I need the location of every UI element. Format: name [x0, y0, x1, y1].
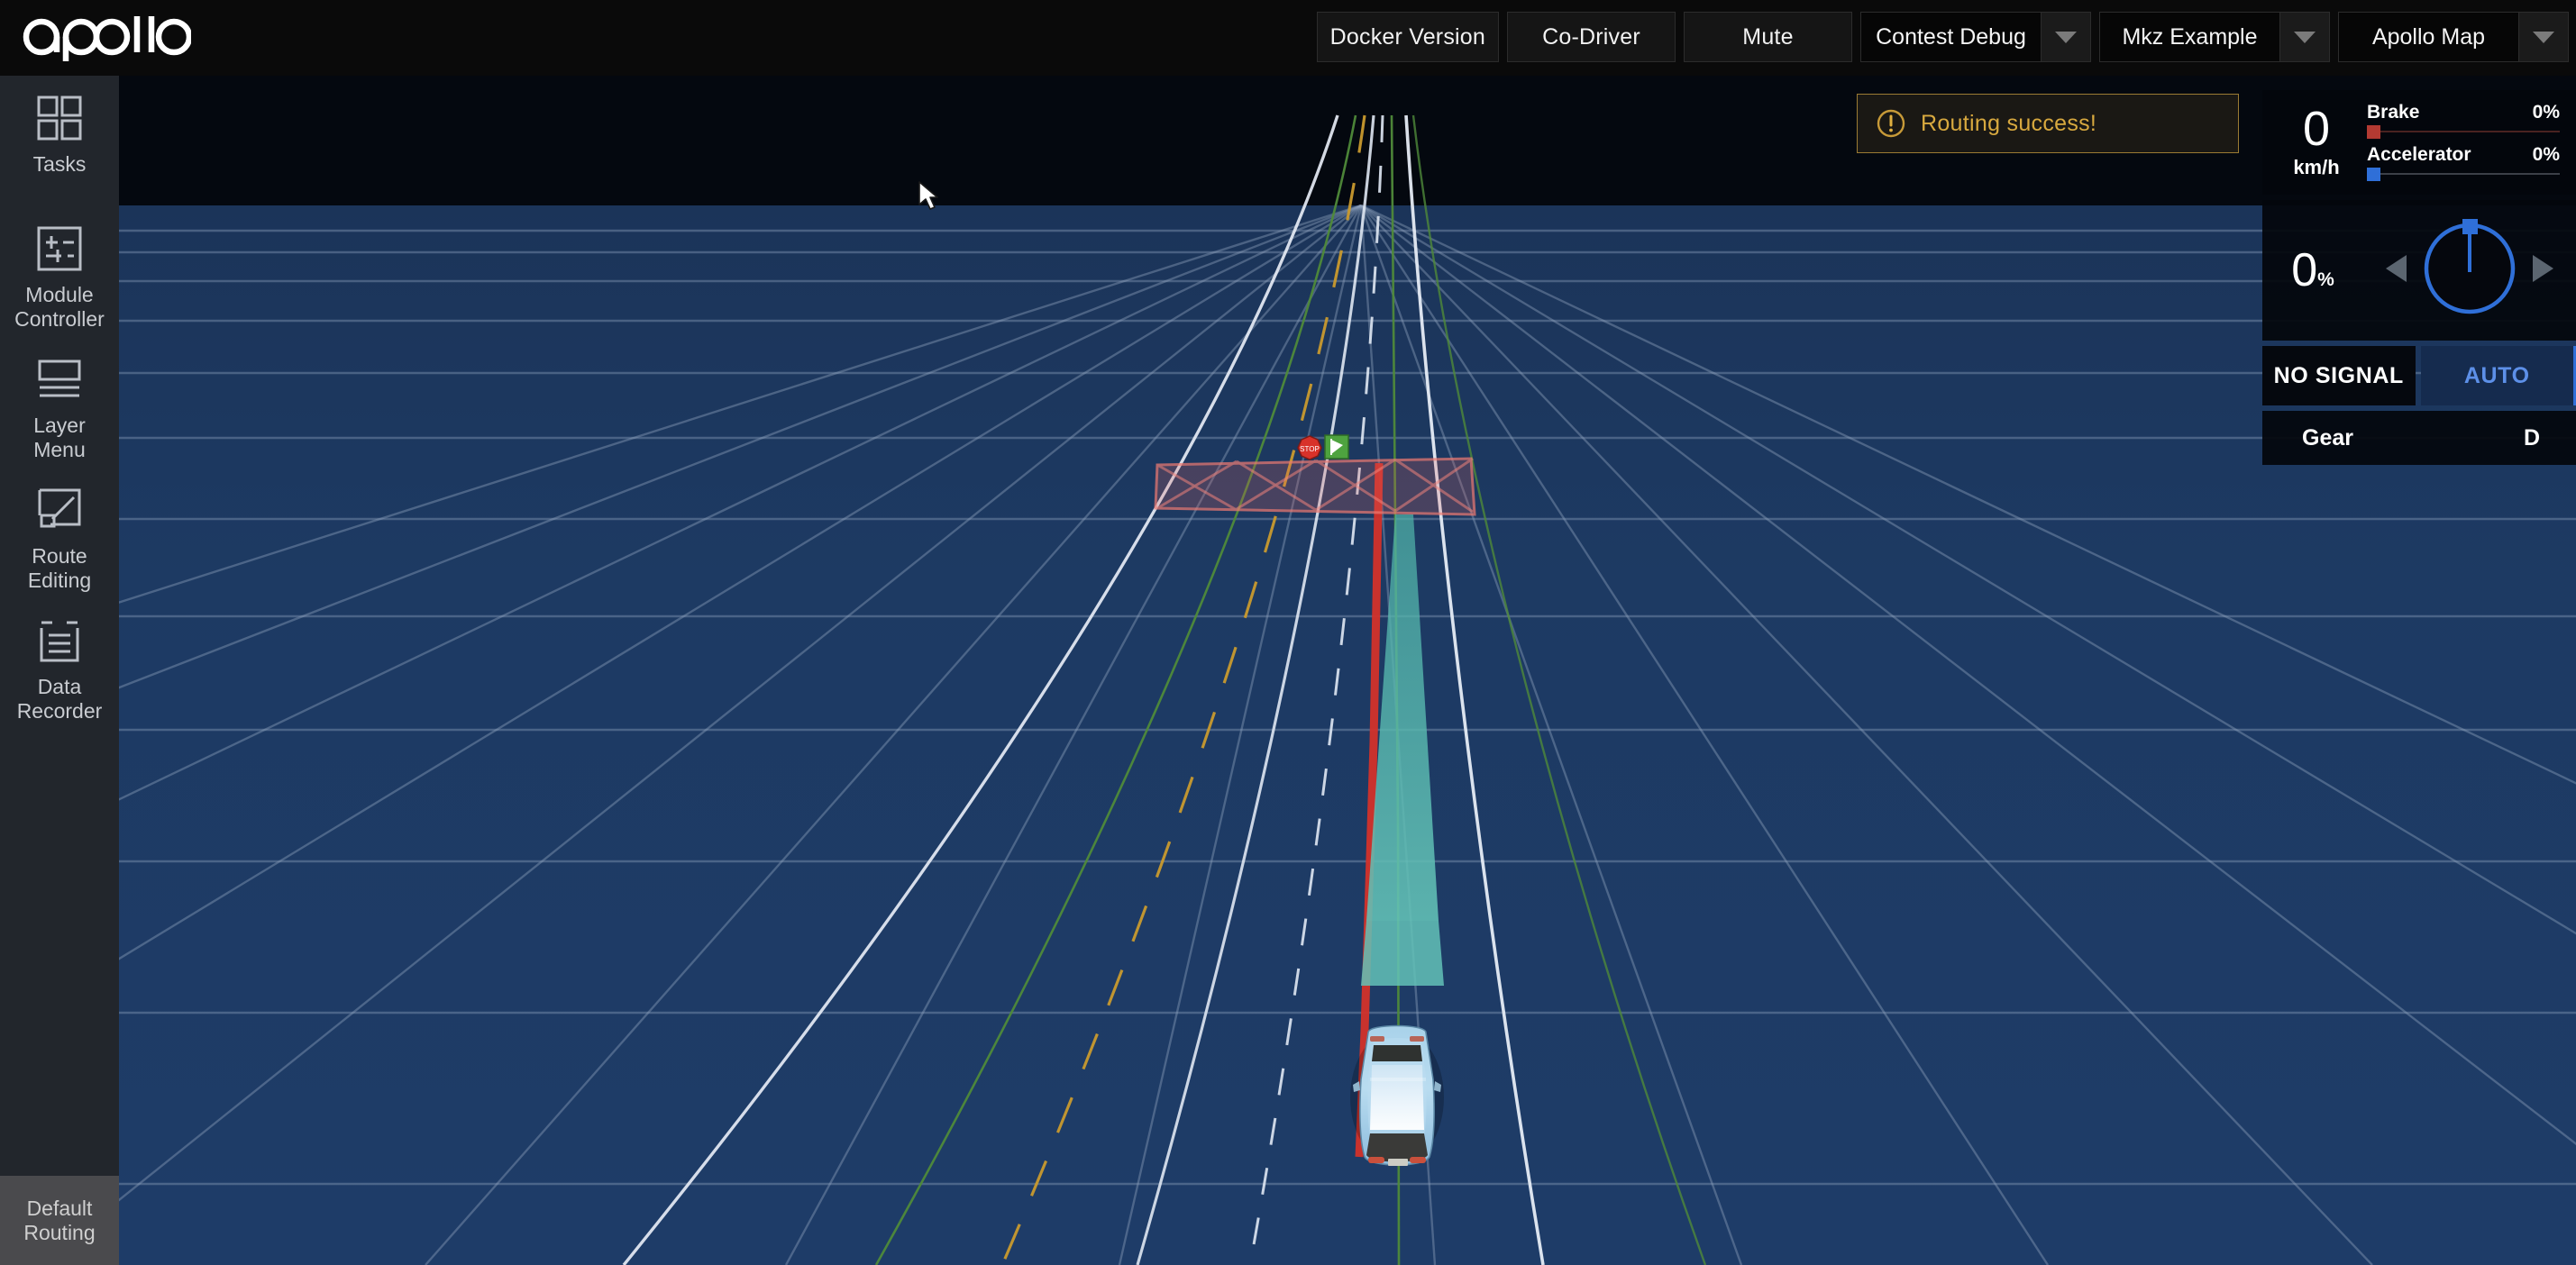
mode-select-arrow[interactable] [2041, 12, 2091, 62]
steering-value: 0 [2291, 244, 2318, 296]
driving-scene-viewport[interactable]: STOP [119, 76, 2576, 1265]
sidebar-item-label: Tasks [32, 152, 87, 176]
chevron-down-icon [2294, 31, 2316, 43]
signal-status-badge[interactable]: NO SIGNAL [2262, 346, 2416, 405]
brake-indicator: Brake 0% [2367, 102, 2560, 139]
speed-card: 0 km/h Brake 0% Accelerator 0% [2262, 90, 2576, 195]
speed-readout: 0 km/h [2266, 105, 2367, 179]
steering-unit: % [2317, 269, 2334, 290]
brake-value: 0% [2532, 102, 2560, 123]
stop-sign-icon: STOP [1297, 435, 1322, 460]
steering-readout: 0% [2262, 243, 2363, 297]
sidebar-item-module-controller[interactable]: Module Controller [0, 221, 119, 337]
sidebar-item-label: Layer Menu [33, 414, 86, 461]
sidebar-item-label: Module Controller [14, 283, 105, 331]
default-routing-label: Default Routing [23, 1196, 96, 1244]
stop-zone-overlay [1154, 457, 1476, 516]
route-editing-icon [32, 482, 87, 538]
accelerator-label: Accelerator [2367, 144, 2471, 165]
apollo-logo [20, 9, 193, 65]
layers-icon [32, 351, 87, 407]
chevron-down-icon [2055, 31, 2077, 43]
mode-select-label[interactable]: Contest Debug [1860, 12, 2041, 62]
accelerator-value: 0% [2532, 144, 2560, 165]
svg-text:STOP: STOP [1300, 445, 1320, 453]
warning-circle-icon [1876, 108, 1906, 139]
accelerator-indicator: Accelerator 0% [2367, 144, 2560, 181]
map-select-label[interactable]: Apollo Map [2338, 12, 2518, 62]
header-controls: Docker Version Co-Driver Mute Contest De… [1316, 12, 2569, 62]
sidebar-item-layer-menu[interactable]: Layer Menu [0, 351, 119, 468]
mode-select[interactable]: Contest Debug [1860, 12, 2091, 62]
toast-message: Routing success! [1921, 110, 2097, 136]
steering-wheel-dial [2417, 216, 2522, 325]
vehicle-status-panel: 0 km/h Brake 0% Accelerator 0% 0% NO SIG… [2262, 90, 2576, 465]
steering-card: 0% [2262, 200, 2576, 341]
gear-row: Gear D [2262, 411, 2576, 465]
planning-trajectory-near [1361, 921, 1444, 986]
accelerator-track [2367, 168, 2560, 181]
green-flag-icon [1324, 434, 1349, 460]
grid-icon [32, 90, 87, 146]
brake-label: Brake [2367, 102, 2420, 123]
top-header-bar: Docker Version Co-Driver Mute Contest De… [0, 0, 2576, 76]
pedal-indicators: Brake 0% Accelerator 0% [2367, 98, 2572, 187]
module-controller-icon [32, 221, 87, 277]
right-triangle-icon [2529, 253, 2556, 288]
co-driver-button[interactable]: Co-Driver [1507, 12, 1676, 62]
sidebar-item-label: Route Editing [27, 544, 92, 592]
sidebar-item-data-recorder[interactable]: Data Recorder [0, 613, 119, 729]
speed-unit: km/h [2293, 156, 2340, 178]
data-recorder-icon [32, 613, 87, 669]
default-routing-button[interactable]: Default Routing [0, 1176, 119, 1265]
speed-value: 0 [2302, 102, 2331, 156]
sidebar-item-tasks[interactable]: Tasks [0, 90, 119, 206]
map-select[interactable]: Apollo Map [2338, 12, 2569, 62]
chevron-down-icon [2533, 31, 2554, 43]
left-triangle-icon [2383, 253, 2410, 288]
gear-value: D [2523, 424, 2540, 450]
mute-button[interactable]: Mute [1684, 12, 1852, 62]
sidebar-item-route-editing[interactable]: Route Editing [0, 482, 119, 598]
auto-mode-button[interactable]: AUTO [2420, 346, 2576, 405]
brake-track [2367, 125, 2560, 139]
vehicle-select-label[interactable]: Mkz Example [2099, 12, 2279, 62]
steering-wheel-widget [2363, 216, 2576, 325]
map-select-arrow[interactable] [2518, 12, 2569, 62]
vehicle-select-arrow[interactable] [2279, 12, 2330, 62]
left-sidebar: Tasks Module Controller Layer Menu Route… [0, 76, 119, 1265]
notification-toast: Routing success! [1857, 94, 2239, 153]
gear-label: Gear [2302, 424, 2353, 450]
sidebar-item-label: Data Recorder [16, 675, 103, 723]
drive-mode-row: NO SIGNAL AUTO [2262, 346, 2576, 405]
vehicle-select[interactable]: Mkz Example [2099, 12, 2330, 62]
docker-version-button[interactable]: Docker Version [1316, 12, 1499, 62]
